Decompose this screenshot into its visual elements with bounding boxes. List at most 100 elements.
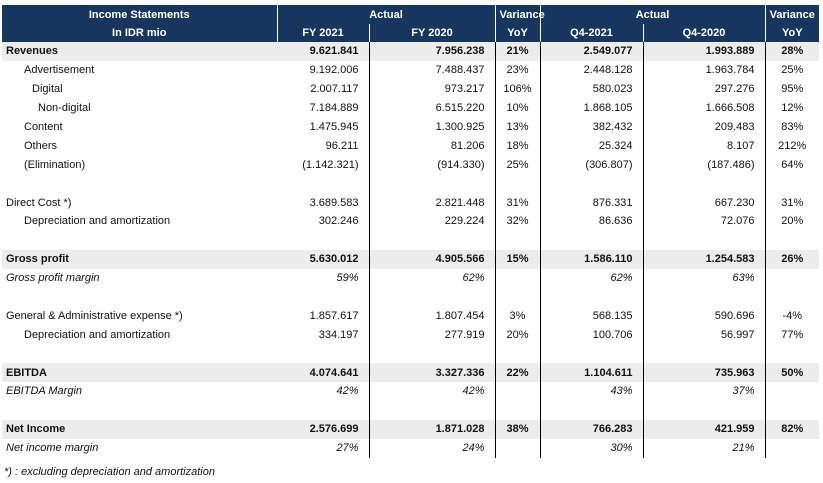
row-label: Non-digital (38, 102, 91, 115)
fy2020-value: 3.327.336 (369, 363, 496, 383)
spacer-cell (765, 344, 819, 363)
q42020-value: 63% (643, 268, 766, 288)
q42021-value: 43% (540, 382, 644, 401)
title-header: Income Statements (2, 5, 277, 24)
fy2020-value: 24% (369, 438, 496, 458)
spacer-cell (277, 174, 370, 194)
row-label: Net Income (2, 419, 277, 439)
q42021-header: Q4-2021 (539, 24, 643, 42)
row-label: Revenues (2, 42, 277, 61)
q42020-value: 1.254.583 (643, 249, 766, 269)
table-row: Depreciation and amortization 334.197 277.… (2, 325, 819, 345)
yoy-q4-value: 95% (781, 83, 804, 96)
yoy-q4-value: 28% (765, 42, 819, 61)
q42021-value: 766.283 (540, 419, 644, 439)
yoy-q4-value: 82% (765, 419, 819, 439)
spacer-cell (495, 400, 541, 420)
spacer-cell (495, 174, 541, 194)
table-row: Gross profit margin 59% 62% 62% 63% (2, 268, 819, 288)
spacer-cell (643, 230, 766, 250)
fy2020-value: 6.515.220 (369, 98, 496, 118)
fy2020-value: 277.919 (369, 325, 496, 345)
yoy-q4-value: 83% (781, 121, 804, 133)
spacer-cell (643, 287, 766, 307)
spacer-cell (277, 400, 370, 420)
spacer-cell (2, 288, 277, 307)
fy2021-value: 96.211 (277, 136, 370, 156)
q42021-value: 382.432 (540, 117, 644, 137)
q42021-value: 1.586.110 (540, 249, 644, 269)
table-row: Direct Cost *) 3.689.583 2.821.448 31% 876.3… (2, 193, 819, 213)
yoy-fy-value: 21% (495, 42, 541, 61)
q42020-value: 8.107 (643, 136, 766, 156)
row-label: Advertisement (24, 64, 95, 77)
fy2021-value: 2.007.117 (277, 79, 370, 99)
spacer-cell (495, 287, 541, 307)
spacer-cell (369, 230, 496, 250)
q42020-value: 297.276 (643, 79, 766, 99)
fy2021-value: 9.621.841 (277, 42, 370, 61)
fy2021-value: 27% (277, 438, 370, 458)
spacer-cell (643, 400, 766, 420)
spacer-cell (369, 400, 496, 420)
spacer-cell (369, 287, 496, 307)
footnote: *) : excluding depreciation and amortiza… (4, 466, 215, 478)
fy2020-header: FY 2020 (368, 24, 495, 42)
fy2021-value: 302.246 (277, 212, 370, 231)
table-row: (Elimination) (1.142.321) (914.330) 25% (306… (2, 155, 819, 175)
q42020-value: (187.486) (643, 155, 766, 175)
yoy-fy-value (495, 438, 541, 458)
yoy-q4-value: 212% (778, 139, 807, 152)
row-label: Gross profit margin (6, 272, 100, 285)
table-row: Non-digital 7.184.889 6.515.220 10% 1.868.10… (2, 98, 819, 118)
yoy-fy-value: 15% (495, 249, 541, 269)
fy2021-value: 1.857.617 (277, 306, 370, 326)
yoy-q4-value (765, 439, 819, 458)
yoy-q4-header: YoY (764, 24, 819, 42)
table-row: Net Income 2.576.699 1.871.028 38% 766.283 42… (2, 419, 819, 439)
spacer-cell (765, 288, 819, 307)
spacer-cell (540, 400, 644, 420)
q42021-value: 568.135 (540, 306, 644, 326)
row-label: Digital (32, 83, 63, 96)
yoy-fy-value: 18% (495, 136, 541, 156)
fy2020-value: 229.224 (369, 212, 496, 231)
fy2020-value: 62% (369, 268, 496, 288)
spacer-cell (2, 344, 277, 363)
yoy-q4-value: 31% (781, 196, 804, 209)
yoy-fy-value (495, 382, 541, 401)
yoy-fy-value: 13% (495, 117, 541, 137)
yoy-q4-value: 25% (781, 64, 804, 77)
spacer-cell (495, 230, 541, 250)
row-label: (Elimination) (24, 158, 86, 171)
spacer-cell (2, 401, 277, 420)
q42020-value: 667.230 (643, 193, 766, 213)
row-label: Gross profit (2, 249, 277, 269)
spacer-cell (369, 174, 496, 194)
q42021-value: 876.331 (540, 193, 644, 213)
fy2021-header: FY 2021 (276, 24, 369, 42)
spacer-row (2, 287, 819, 307)
yoy-q4-value: 77% (781, 328, 804, 341)
spacer-cell (540, 230, 644, 250)
fy2020-value: 7.956.238 (369, 42, 496, 61)
q42020-value: 1.993.889 (643, 42, 766, 61)
table-row: Digital 2.007.117 973.217 106% 580.023 297.27… (2, 79, 819, 99)
yoy-q4-value: 26% (765, 249, 819, 269)
fy2021-value: 7.184.889 (277, 98, 370, 118)
q42021-value: 1.104.611 (540, 363, 644, 383)
q42021-value: (306.807) (540, 155, 644, 175)
q42020-value: 72.076 (643, 212, 766, 231)
row-label: Depreciation and amortization (24, 328, 171, 341)
spacer-cell (2, 174, 277, 193)
yoy-q4-value: 50% (765, 363, 819, 383)
yoy-fy-value: 22% (495, 363, 541, 383)
spacer-cell (765, 401, 819, 420)
fy2020-value: 2.821.448 (369, 193, 496, 213)
fy2020-value: 1.300.925 (369, 117, 496, 137)
fy2021-value: 3.689.583 (277, 193, 370, 213)
q42021-value: 580.023 (540, 79, 644, 99)
table-row: EBITDA 4.074.641 3.327.336 22% 1.104.611 735.… (2, 363, 819, 383)
row-label: Direct Cost *) (6, 196, 72, 209)
yoy-q4-value (765, 269, 819, 288)
